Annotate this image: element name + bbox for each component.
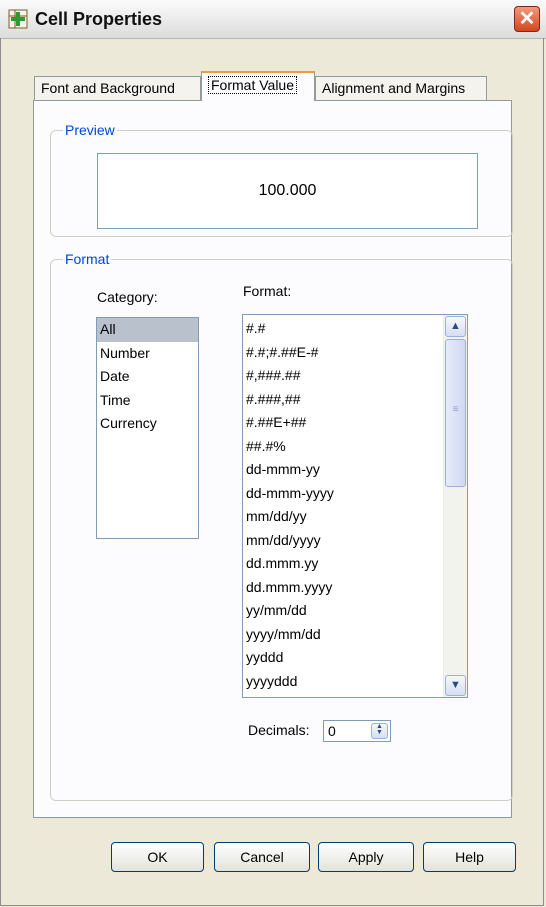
tab-format-value[interactable]: Format Value xyxy=(201,71,315,101)
list-item[interactable]: Currency xyxy=(97,412,198,436)
arrow-up-icon: ▲ xyxy=(450,320,461,332)
tab-label: Alignment and Margins xyxy=(322,80,466,96)
arrow-down-icon: ▼ xyxy=(450,679,461,691)
scroll-thumb[interactable]: ≡ xyxy=(445,339,466,487)
scroll-up-button[interactable]: ▲ xyxy=(445,316,466,337)
list-item[interactable]: #.###,## xyxy=(243,388,467,412)
preview-legend: Preview xyxy=(63,122,117,138)
list-item[interactable]: #.##E+## xyxy=(243,411,467,435)
format-label: Format: xyxy=(243,283,292,299)
close-icon: ✕ xyxy=(518,8,536,30)
list-item[interactable]: All xyxy=(97,318,198,342)
apply-button[interactable]: Apply xyxy=(318,842,414,872)
window-title: Cell Properties xyxy=(35,9,163,29)
list-item[interactable]: mm/dd/yyyy xyxy=(243,529,467,553)
format-list-scrollbar[interactable]: ▲ ≡ ▼ xyxy=(443,315,467,697)
title-bar: Cell Properties ✕ xyxy=(0,0,546,39)
close-button[interactable]: ✕ xyxy=(514,6,540,32)
list-item[interactable]: #.#;#.##E-# xyxy=(243,341,467,365)
tab-font-and-background[interactable]: Font and Background xyxy=(34,76,201,100)
preview-value: 100.000 xyxy=(97,153,478,229)
decimals-stepper[interactable]: 0 ▲ ▼ xyxy=(323,720,391,742)
list-item[interactable]: dd-mmm-yy xyxy=(243,458,467,482)
tab-label: Font and Background xyxy=(41,80,175,96)
spin-down-icon: ▼ xyxy=(376,729,383,736)
grip-icon: ≡ xyxy=(452,404,459,415)
list-item[interactable]: yy/mm/dd xyxy=(243,599,467,623)
list-item[interactable]: #,###.## xyxy=(243,364,467,388)
list-item[interactable]: Date xyxy=(97,365,198,389)
decimals-label: Decimals: xyxy=(248,722,310,738)
list-item[interactable]: yyddd xyxy=(243,646,467,670)
list-item[interactable]: Time xyxy=(97,389,198,413)
category-label: Category: xyxy=(97,289,158,305)
decimals-value[interactable]: 0 xyxy=(328,722,336,741)
list-item[interactable]: dd.mmm.yy xyxy=(243,552,467,576)
list-item[interactable]: #.# xyxy=(243,317,467,341)
tab-label: Format Value xyxy=(208,76,297,94)
scroll-down-button[interactable]: ▼ xyxy=(445,675,466,696)
help-button[interactable]: Help xyxy=(423,842,516,872)
list-item[interactable]: ##.#% xyxy=(243,435,467,459)
list-item[interactable]: mm/dd/yy xyxy=(243,505,467,529)
list-item[interactable]: dd.mmm.yyyy xyxy=(243,576,467,600)
cancel-button[interactable]: Cancel xyxy=(214,842,310,872)
format-legend: Format xyxy=(63,251,112,267)
plus-grid-icon xyxy=(8,9,28,29)
category-list[interactable]: All Number Date Time Currency xyxy=(96,317,199,539)
tab-alignment-and-margins[interactable]: Alignment and Margins xyxy=(315,76,487,100)
format-list[interactable]: #.# #.#;#.##E-# #,###.## #.###,## #.##E+… xyxy=(242,314,468,698)
list-item[interactable]: yyyyddd xyxy=(243,670,467,694)
list-item[interactable]: dd-mmm-yyyy xyxy=(243,482,467,506)
ok-button[interactable]: OK xyxy=(111,842,204,872)
list-item[interactable]: yyyy/mm/dd xyxy=(243,623,467,647)
spin-button[interactable]: ▲ ▼ xyxy=(371,723,388,739)
list-item[interactable]: Number xyxy=(97,342,198,366)
